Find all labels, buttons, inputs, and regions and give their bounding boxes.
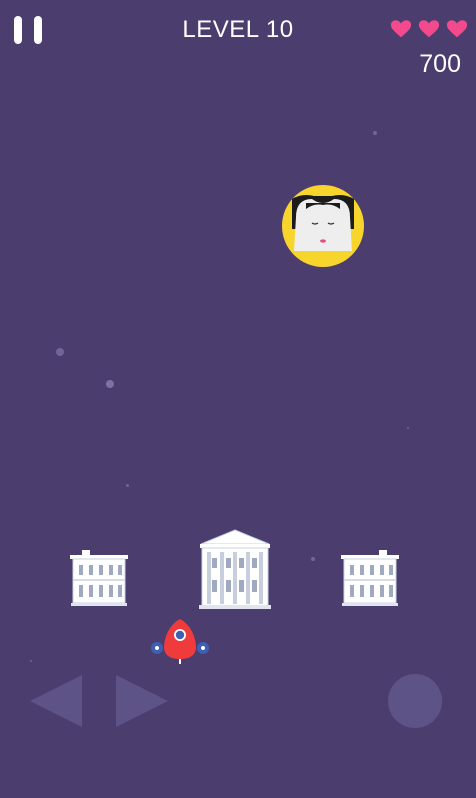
white-house <box>199 528 271 609</box>
arrow-left-icon <box>30 675 82 727</box>
heart-icon <box>390 20 412 38</box>
star-speck <box>373 131 377 135</box>
white-house-icon <box>199 529 271 609</box>
score-value: 700 <box>419 50 461 78</box>
arrow-right-icon <box>116 675 168 727</box>
building-icon <box>341 550 399 606</box>
building-icon <box>70 550 128 606</box>
move-left-button[interactable] <box>28 673 84 729</box>
lives-indicator <box>390 18 468 40</box>
heart-icon <box>446 20 468 38</box>
star-speck <box>126 484 129 487</box>
heart-icon <box>418 20 440 38</box>
star-speck <box>407 427 409 429</box>
portrait-face-icon <box>282 185 364 267</box>
star-speck <box>311 557 315 561</box>
move-right-button[interactable] <box>114 673 170 729</box>
small-building <box>70 549 128 607</box>
rocket-ship-icon <box>151 619 209 664</box>
star-speck <box>106 380 114 388</box>
small-building <box>341 549 399 607</box>
star-speck <box>30 660 32 662</box>
fire-button[interactable] <box>388 674 442 728</box>
star-speck <box>56 348 64 356</box>
